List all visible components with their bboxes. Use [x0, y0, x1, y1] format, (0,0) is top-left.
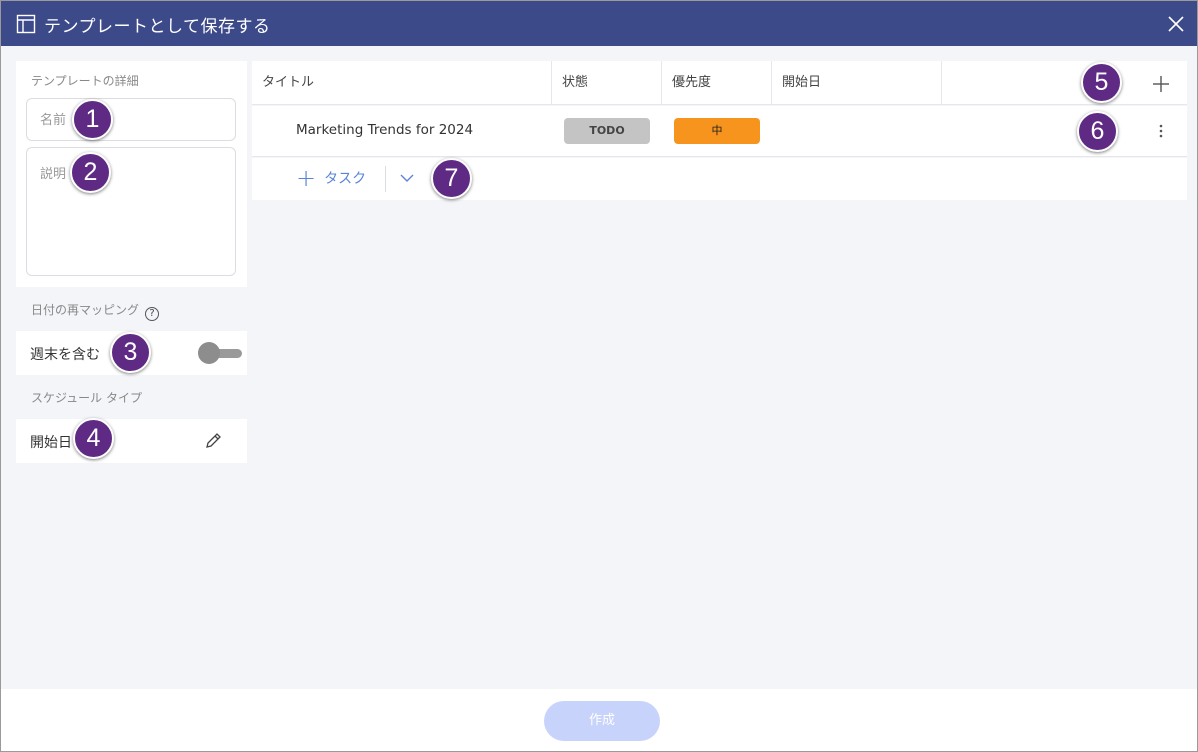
plus-icon: + [296, 164, 317, 192]
more-vertical-icon[interactable] [1157, 123, 1165, 139]
callout-badge-5: 5 [1081, 62, 1122, 103]
task-title[interactable]: Marketing Trends for 2024 [296, 122, 473, 138]
help-icon[interactable]: ? [145, 307, 160, 321]
callout-badge-4: 4 [73, 418, 114, 459]
dialog-title: テンプレートとして保存する [44, 17, 271, 37]
callout-badge-7: 7 [431, 158, 472, 199]
date-remap-label: 日付の再マッピング? [31, 301, 160, 321]
description-field[interactable]: 説明 [26, 147, 236, 276]
chevron-down-icon[interactable] [399, 170, 415, 186]
column-header-status[interactable]: 状態 [552, 61, 662, 105]
template-icon [16, 14, 36, 34]
callout-badge-1: 1 [72, 99, 113, 140]
plus-icon[interactable] [1152, 75, 1170, 93]
add-task-button[interactable]: + タスク [296, 164, 367, 192]
schedule-type-value: 開始日 [30, 435, 72, 451]
dialog-titlebar: テンプレートとして保存する [1, 1, 1197, 46]
column-header-start-date[interactable]: 開始日 [772, 61, 942, 105]
schedule-type-label: スケジュール タイプ [31, 391, 142, 405]
name-field[interactable]: 名前 [26, 98, 236, 141]
create-button[interactable]: 作成 [544, 701, 660, 741]
pencil-icon[interactable] [204, 432, 222, 450]
dialog-footer: 作成 [1, 689, 1197, 751]
name-placeholder: 名前 [40, 113, 67, 128]
add-task-row: + タスク [252, 158, 1187, 200]
priority-badge[interactable]: 中 [674, 118, 760, 144]
details-label: テンプレートの詳細 [31, 74, 139, 88]
divider [385, 166, 386, 192]
status-badge[interactable]: TODO [564, 118, 650, 144]
task-table-panel: タイトル 状態 優先度 開始日 Marketing Trends for 202… [252, 61, 1187, 674]
table-header: タイトル 状態 優先度 開始日 [252, 61, 1187, 105]
date-remap-text: 日付の再マッピング [31, 303, 140, 317]
callout-badge-2: 2 [70, 152, 111, 193]
column-header-priority[interactable]: 優先度 [662, 61, 772, 105]
description-placeholder: 説明 [40, 167, 67, 182]
save-template-dialog: テンプレートとして保存する テンプレートの詳細 名前 説明 日付の再マッピング?… [0, 0, 1198, 752]
close-icon[interactable] [1165, 13, 1187, 35]
column-header-title[interactable]: タイトル [252, 61, 552, 105]
add-task-label: タスク [324, 171, 367, 187]
toggle-knob[interactable] [198, 342, 220, 364]
include-weekends-label: 週末を含む [30, 347, 100, 363]
table-row[interactable]: Marketing Trends for 2024 TODO 中 [252, 106, 1187, 157]
callout-badge-3: 3 [110, 332, 151, 373]
callout-badge-6: 6 [1077, 111, 1118, 152]
